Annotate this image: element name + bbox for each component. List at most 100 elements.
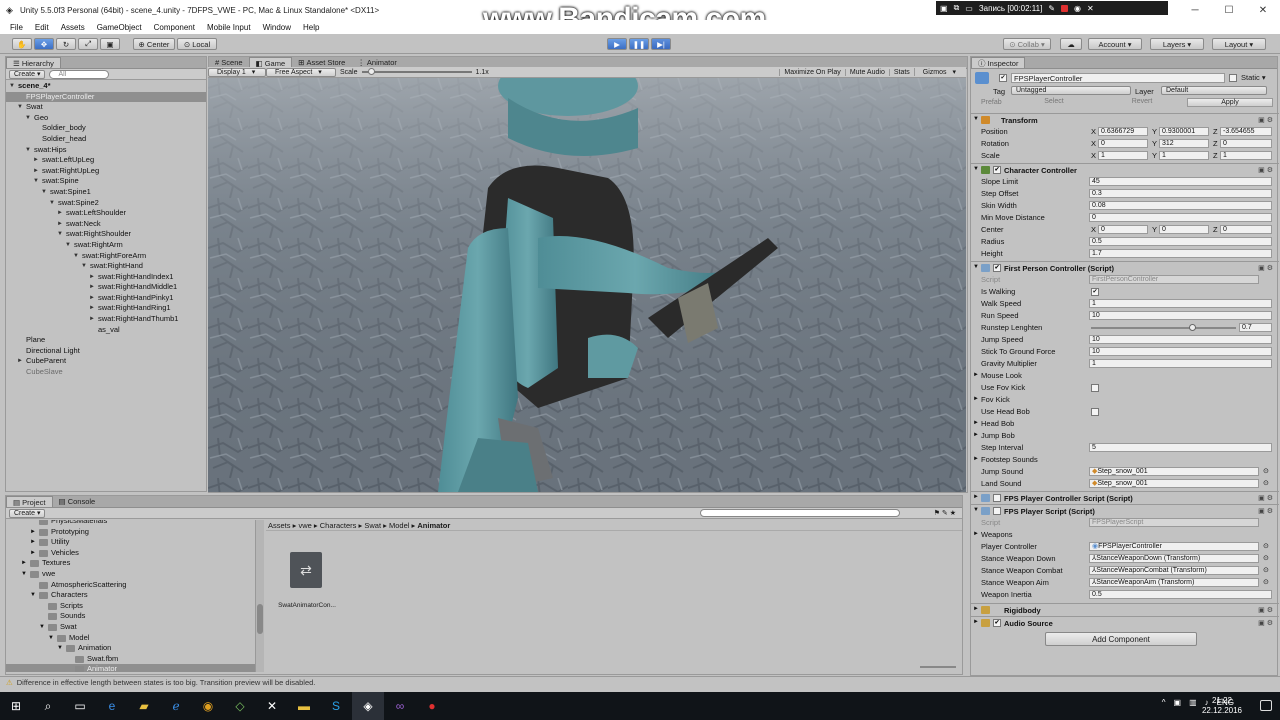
windows-start-icon[interactable]: ⊞ (0, 692, 32, 720)
edge-icon[interactable]: e (96, 692, 128, 720)
static-checkbox[interactable] (1229, 74, 1237, 82)
collapse-arrow-icon[interactable]: ▼ (973, 166, 979, 172)
expand-arrow-icon[interactable]: ► (89, 282, 95, 293)
play-button[interactable]: ▶ (607, 38, 627, 50)
project-folder-item[interactable]: Sounds (6, 611, 255, 622)
prefab-apply-button[interactable]: Apply (1187, 98, 1273, 107)
runstep-slider-handle[interactable] (1189, 324, 1196, 331)
radius-field[interactable]: 0.5 (1089, 237, 1272, 246)
position-z-field[interactable]: -3.654655 (1220, 127, 1272, 136)
project-folder-item[interactable]: ▼ Model (6, 633, 255, 644)
app-folder-icon[interactable]: ▬ (288, 692, 320, 720)
hierarchy-item[interactable]: FPSPlayerController (6, 91, 206, 103)
collapse-arrow-icon[interactable]: ▼ (48, 633, 54, 644)
prefab-revert-button[interactable]: Revert (1099, 98, 1185, 105)
head-bob-row[interactable]: ► Head Bob (971, 418, 1279, 430)
collapse-arrow-icon[interactable]: ▼ (21, 569, 27, 580)
collapse-arrow-icon[interactable]: ▼ (9, 81, 15, 92)
expand-arrow-icon[interactable]: ► (973, 432, 979, 438)
expand-arrow-icon[interactable]: ► (973, 531, 979, 537)
project-folder-item[interactable]: ► Utility (6, 537, 255, 548)
object-picker-icon[interactable]: ⊙ (1263, 578, 1269, 586)
pivot-center-button[interactable]: ⊕ Center (133, 38, 175, 50)
fov-kick-row[interactable]: ► Fov Kick (971, 394, 1279, 406)
visual-studio-icon[interactable]: ∞ (384, 692, 416, 720)
rotate-tool-icon[interactable]: ↻ (56, 38, 76, 50)
player-controller-field[interactable]: ◉FPSPlayerController (1089, 542, 1259, 551)
layer-dropdown[interactable]: Default (1161, 86, 1267, 95)
gravity-field[interactable]: 1 (1089, 359, 1272, 368)
mute-audio-toggle[interactable]: Mute Audio (844, 68, 889, 76)
menu-assets[interactable]: Assets (55, 23, 91, 32)
minimize-button[interactable]: ─ (1178, 0, 1212, 20)
hierarchy-item[interactable]: Soldier_head (6, 134, 206, 145)
project-folder-item[interactable]: ► Prototyping (6, 527, 255, 538)
collapse-arrow-icon[interactable]: ▼ (25, 113, 31, 124)
animator-controller-icon[interactable]: ⇄ (290, 552, 322, 588)
project-folder-item[interactable]: ▼ Animation (6, 643, 255, 654)
fps-player-script-header[interactable]: ▼ FPS Player Script (Script) ▣ ⚙ (971, 504, 1279, 516)
footstep-row[interactable]: ► Footstep Sounds (971, 454, 1279, 466)
maximize-on-play-toggle[interactable]: Maximize On Play (779, 68, 844, 76)
clock[interactable]: 21:22 22.12.2016 (1202, 696, 1242, 716)
breadcrumb-current[interactable]: Animator (417, 521, 450, 530)
collapse-arrow-icon[interactable]: ▼ (17, 102, 23, 113)
hierarchy-item[interactable]: ► swat:RightHandMiddle1 (6, 282, 206, 293)
maximize-button[interactable]: ☐ (1212, 0, 1246, 20)
expand-arrow-icon[interactable]: ► (973, 494, 979, 500)
asset-label[interactable]: SwatAnimatorCon... (272, 602, 342, 609)
project-folder-item[interactable]: Scripts (6, 601, 255, 612)
filter-icons[interactable]: ⚑ ✎ ★ (934, 509, 956, 517)
cloud-icon[interactable]: ☁ (1060, 38, 1082, 50)
hierarchy-item[interactable]: ► CubeParent (6, 356, 206, 367)
expand-arrow-icon[interactable]: ► (89, 293, 95, 304)
field-value[interactable]: 0 (1089, 213, 1272, 222)
collapse-arrow-icon[interactable]: ▼ (39, 622, 45, 633)
collapse-arrow-icon[interactable]: ▼ (30, 590, 36, 601)
hierarchy-item[interactable]: as_val (6, 325, 206, 336)
component-settings-icon[interactable]: ▣ ⚙ (1258, 116, 1273, 124)
scale-z-field[interactable]: 1 (1220, 151, 1272, 160)
hierarchy-item[interactable]: ► swat:RightHandIndex1 (6, 272, 206, 283)
stats-toggle[interactable]: Stats (888, 68, 914, 76)
collab-button[interactable]: ⊙ Collab ▾ (1003, 38, 1051, 50)
menu-help[interactable]: Help (297, 23, 325, 32)
rotation-z-field[interactable]: 0 (1220, 139, 1272, 148)
hierarchy-item[interactable]: Soldier_body (6, 123, 206, 134)
expand-arrow-icon[interactable]: ► (30, 548, 36, 559)
height-field[interactable]: 1.7 (1089, 249, 1272, 258)
game-viewport[interactable] (208, 78, 966, 492)
jump-sound-field[interactable]: ◆Step_snow_001 (1089, 467, 1259, 476)
component-settings-icon[interactable]: ▣ ⚙ (1258, 606, 1273, 614)
transform-header[interactable]: ▼ Transform ▣ ⚙ (971, 113, 1279, 125)
object-picker-icon[interactable]: ⊙ (1263, 566, 1269, 574)
hierarchy-item[interactable]: ▼ Swat (6, 102, 206, 113)
expand-arrow-icon[interactable]: ► (973, 420, 979, 426)
scale-slider[interactable] (361, 68, 472, 75)
search-icon[interactable]: ⌕ (32, 692, 64, 720)
chrome-icon[interactable]: ◉ (192, 692, 224, 720)
expand-arrow-icon[interactable]: ► (33, 166, 39, 177)
display-dropdown[interactable]: Display 1 ▾ (208, 67, 266, 77)
gizmos-dropdown[interactable]: Gizmos ▾ (913, 68, 966, 76)
tab-console[interactable]: ▤ Console (53, 496, 102, 507)
expand-arrow-icon[interactable]: ► (973, 606, 979, 612)
component-settings-icon[interactable]: ▣ ⚙ (1258, 166, 1273, 174)
hierarchy-item[interactable]: CubeSlave (6, 367, 206, 378)
project-folder-item[interactable]: ► Textures (6, 558, 255, 569)
tab-hierarchy[interactable]: ☰ Hierarchy (6, 57, 61, 68)
file-explorer-icon[interactable]: ▰ (128, 692, 160, 720)
component-settings-icon[interactable]: ▣ ⚙ (1258, 507, 1273, 515)
collapse-arrow-icon[interactable]: ▼ (33, 176, 39, 187)
notification-icon[interactable] (1260, 700, 1272, 711)
expand-arrow-icon[interactable]: ► (21, 558, 27, 569)
component-settings-icon[interactable]: ▣ ⚙ (1258, 619, 1273, 627)
fps-player-controller-script-header[interactable]: ► FPS Player Controller Script (Script) … (971, 491, 1279, 503)
rotation-x-field[interactable]: 0 (1098, 139, 1148, 148)
first-person-controller-header[interactable]: ▼ ✔ First Person Controller (Script) ▣ ⚙ (971, 261, 1279, 273)
collapse-arrow-icon[interactable]: ▼ (973, 507, 979, 513)
local-space-button[interactable]: ⊙ Local (177, 38, 217, 50)
project-folder-item[interactable]: ▼ Swat (6, 622, 255, 633)
runstep-field[interactable]: 0.7 (1239, 323, 1272, 332)
walk-speed-field[interactable]: 1 (1089, 299, 1272, 308)
